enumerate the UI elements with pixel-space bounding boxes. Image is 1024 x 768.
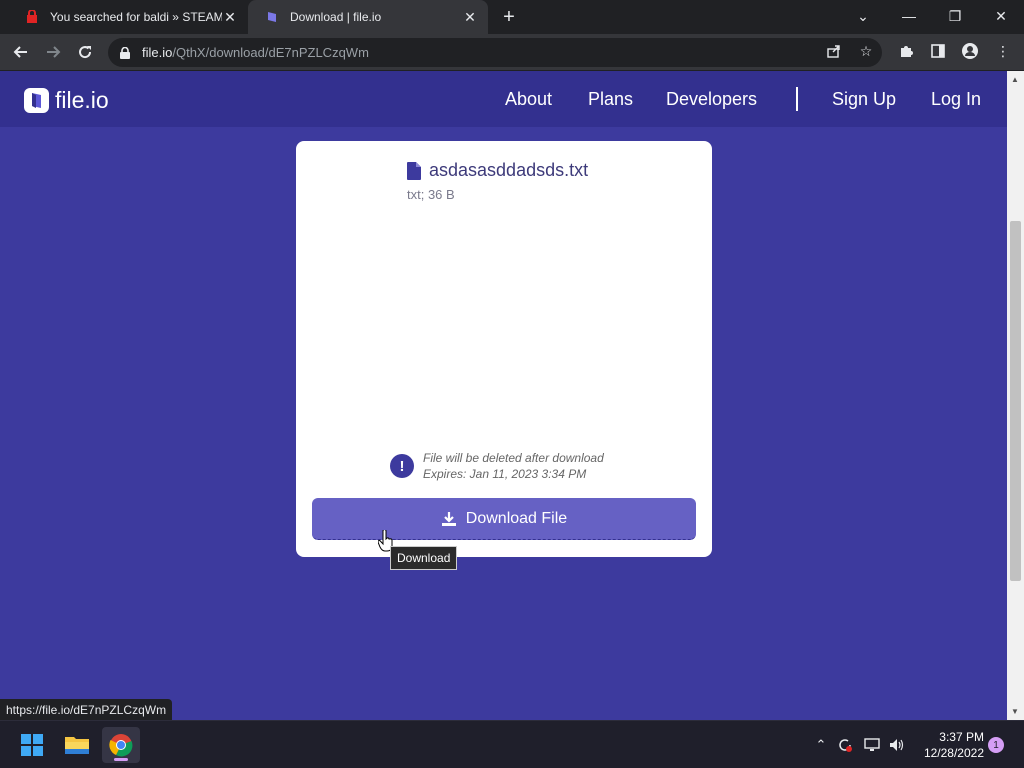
page-scrollbar[interactable]: ▲ ▼ <box>1007 71 1024 720</box>
windows-taskbar: ⌃ 3:37 PM 12/28/2022 1 <box>0 720 1024 768</box>
tab-title: You searched for baldi » STEAMU <box>50 10 222 24</box>
file-explorer-button[interactable] <box>58 727 96 763</box>
profile-avatar-icon[interactable] <box>960 41 980 61</box>
close-tab-icon[interactable]: ✕ <box>462 9 478 25</box>
page-viewport: file.io About Plans Developers Sign Up L… <box>0 71 1007 720</box>
extensions-puzzle-icon[interactable] <box>896 41 916 61</box>
download-button-label: Download File <box>465 509 568 527</box>
download-tooltip: Download <box>390 546 458 570</box>
start-button[interactable] <box>13 727 51 763</box>
address-bar[interactable]: file.io/QthX/download/dE7nPZLCzqWm <box>108 38 882 67</box>
restore-button[interactable]: ❐ <box>932 0 978 32</box>
tab-search-icon[interactable]: ⌄ <box>840 0 886 32</box>
folder-icon <box>65 737 89 754</box>
fileio-favicon-icon <box>264 9 280 25</box>
notice-delete-text: File will be deleted after download <box>423 451 604 465</box>
file-document-icon <box>407 161 421 180</box>
show-hidden-icons-icon[interactable]: ⌃ <box>811 735 831 755</box>
bookmark-star-icon[interactable]: ☆ <box>856 41 876 61</box>
share-icon[interactable] <box>824 41 844 61</box>
notification-badge[interactable]: 1 <box>988 737 1004 753</box>
tab-steamunlocked[interactable]: You searched for baldi » STEAMU ✕ <box>8 0 248 34</box>
file-name: asdasasddadsds.txt <box>429 160 589 180</box>
reload-button[interactable] <box>72 39 98 65</box>
sync-icon[interactable] <box>835 735 855 755</box>
url-host: file.io <box>142 45 173 60</box>
browser-toolbar: file.io/QthX/download/dE7nPZLCzqWm ☆ ⋮ <box>0 34 1024 71</box>
notice-expires-text: Expires: Jan 11, 2023 3:34 PM <box>423 467 587 481</box>
network-icon[interactable] <box>862 735 882 755</box>
close-tab-icon[interactable]: ✕ <box>222 9 238 25</box>
minimize-button[interactable]: — <box>886 0 932 32</box>
tab-title: Download | file.io <box>290 10 382 24</box>
close-window-button[interactable]: ✕ <box>978 0 1024 32</box>
forward-button[interactable] <box>40 39 66 65</box>
steamunlocked-favicon-icon <box>24 9 40 25</box>
browser-menu-icon[interactable]: ⋮ <box>993 41 1013 61</box>
windows-logo-icon <box>21 734 43 756</box>
clock-date: 12/28/2022 <box>923 746 984 760</box>
chrome-taskbar-button[interactable] <box>102 727 140 763</box>
status-bar-url: https://file.io/dE7nPZLCzqWm <box>0 699 173 720</box>
nav-divider <box>796 87 798 111</box>
site-logo[interactable]: file.io <box>24 87 109 114</box>
clock-time: 3:37 PM <box>939 730 984 744</box>
scroll-up-icon[interactable]: ▲ <box>1011 75 1019 84</box>
volume-icon[interactable] <box>887 735 907 755</box>
fileio-logo-icon <box>24 88 49 113</box>
file-title-row: asdasasddadsds.txt <box>407 160 588 181</box>
url-path: /QthX/download/dE7nPZLCzqWm <box>172 45 369 60</box>
download-file-button[interactable]: Download File <box>312 498 696 540</box>
logo-text: file.io <box>55 87 109 113</box>
scrollbar-thumb[interactable] <box>1010 221 1021 581</box>
lock-icon[interactable] <box>120 46 134 59</box>
side-panel-icon[interactable] <box>928 41 948 61</box>
chrome-icon <box>109 734 133 757</box>
nav-log-in[interactable]: Log In <box>931 89 981 110</box>
tab-strip: You searched for baldi » STEAMU ✕ Downlo… <box>0 0 1024 34</box>
deletion-notice: ! File will be deleted after download Ex… <box>390 450 604 482</box>
file-meta: txt; 36 B <box>407 187 455 202</box>
download-icon <box>441 511 457 527</box>
active-app-indicator <box>114 758 128 761</box>
download-card: asdasasddadsds.txt txt; 36 B ! File will… <box>296 141 712 557</box>
nav-developers[interactable]: Developers <box>666 89 757 110</box>
taskbar-clock[interactable]: 3:37 PM 12/28/2022 <box>916 729 984 761</box>
back-button[interactable] <box>8 39 34 65</box>
new-tab-button[interactable]: + <box>498 6 520 28</box>
tab-fileio[interactable]: Download | file.io ✕ <box>248 0 488 34</box>
nav-about[interactable]: About <box>505 89 552 110</box>
exclamation-icon: ! <box>390 454 414 478</box>
scroll-down-icon[interactable]: ▼ <box>1011 707 1019 716</box>
site-header: file.io About Plans Developers Sign Up L… <box>0 71 1007 127</box>
nav-sign-up[interactable]: Sign Up <box>832 89 896 110</box>
nav-plans[interactable]: Plans <box>588 89 633 110</box>
